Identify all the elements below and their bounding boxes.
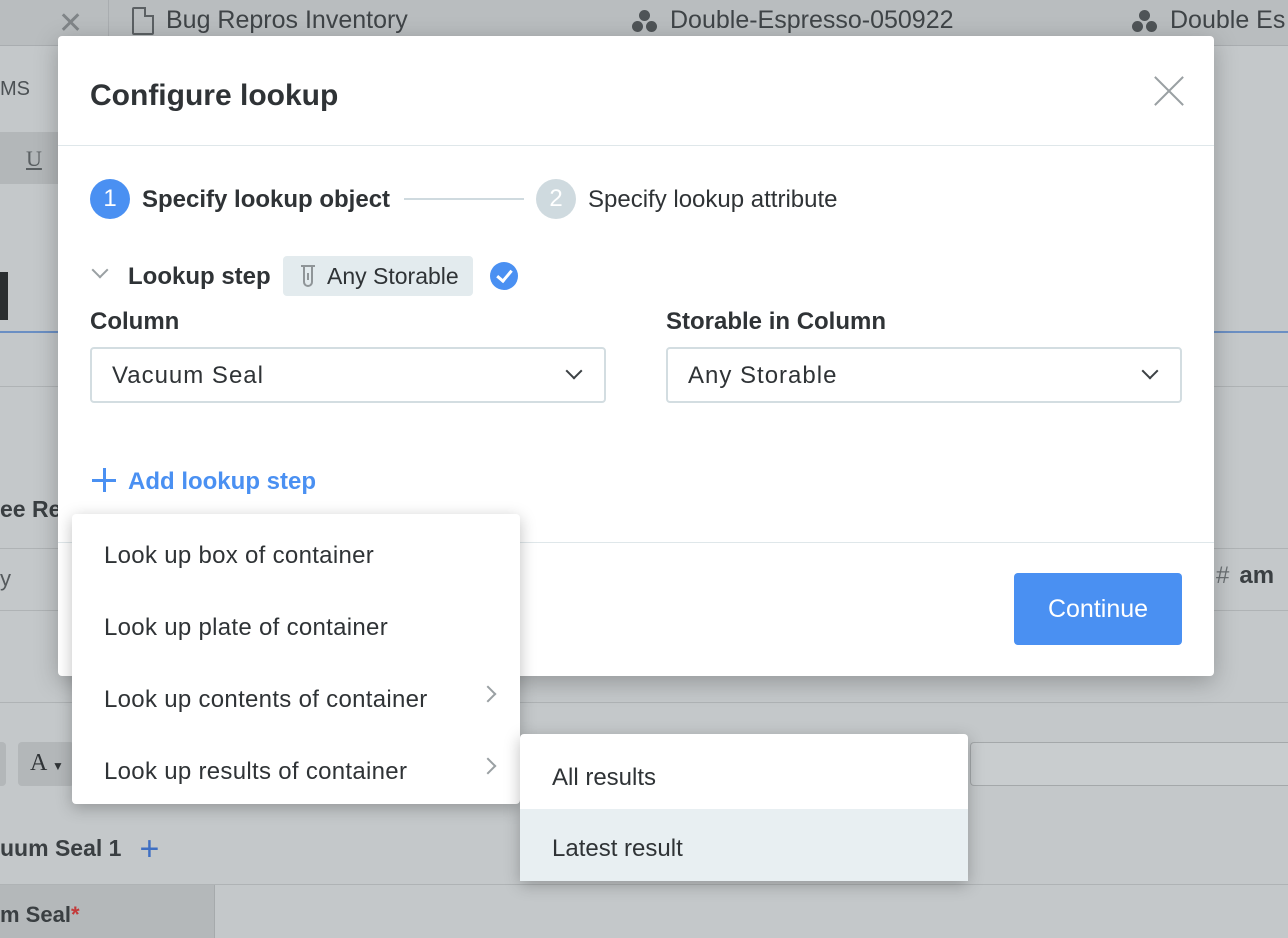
step-connector xyxy=(404,198,524,200)
row-fragment: y xyxy=(0,566,11,591)
chevron-right-icon xyxy=(479,685,497,703)
storable-select-value: Any Storable xyxy=(688,362,838,389)
text-field[interactable] xyxy=(970,742,1288,786)
column-label: Column xyxy=(90,308,180,335)
step-1-label: Specify lookup object xyxy=(142,186,391,213)
storable-label: Storable in Column xyxy=(666,308,887,335)
section-heading-fragment: ee Re xyxy=(0,496,62,522)
document-icon xyxy=(132,6,154,35)
text-format-button[interactable]: A ▼ xyxy=(18,742,74,786)
submenu-item-latest-result[interactable]: Latest result xyxy=(520,809,968,881)
tab-double-es[interactable]: Double Es xyxy=(1132,6,1285,35)
close-icon[interactable] xyxy=(1152,74,1186,108)
step-2-indicator: 2 xyxy=(536,179,576,219)
tab-bug-repros-inventory[interactable]: Bug Repros Inventory xyxy=(132,6,408,35)
chevron-down-icon[interactable] xyxy=(92,266,108,282)
submenu-item-label: Latest result xyxy=(552,835,683,862)
tab-label: Bug Repros Inventory xyxy=(166,6,408,34)
menu-item-results-of-container[interactable]: Look up results of container xyxy=(72,734,520,806)
chevron-down-icon xyxy=(1141,362,1159,380)
menu-item-label: Look up contents of container xyxy=(104,686,428,713)
storable-select[interactable]: Any Storable xyxy=(666,347,1182,403)
results-submenu: All results Latest result xyxy=(520,734,968,881)
tab-label: Double Es xyxy=(1170,6,1286,34)
molecule-icon xyxy=(632,9,658,32)
submenu-item-all-results[interactable]: All results xyxy=(520,738,968,810)
add-lookup-step-label: Add lookup step xyxy=(128,468,316,495)
continue-button[interactable]: Continue xyxy=(1014,573,1182,645)
title-bar-fragment xyxy=(0,272,8,320)
toolbar-button[interactable] xyxy=(0,742,6,786)
menu-item-label: Look up box of container xyxy=(104,542,375,569)
hash-icon: # xyxy=(1216,562,1230,589)
chevron-right-icon xyxy=(479,757,497,775)
menu-item-contents-of-container[interactable]: Look up contents of container xyxy=(72,662,520,734)
menu-item-plate-of-container[interactable]: Look up plate of container xyxy=(72,590,520,662)
step-1-indicator: 1 xyxy=(90,179,130,219)
add-tab-icon[interactable]: + xyxy=(139,830,159,868)
dialog-header: Configure lookup xyxy=(58,36,1214,146)
column-header-fragment: # am xyxy=(1216,562,1275,589)
tab-double-espresso[interactable]: Double-Espresso-050922 xyxy=(632,6,954,35)
tab-label: Double-Espresso-050922 xyxy=(670,6,954,34)
step-2-label: Specify lookup attribute xyxy=(588,186,838,213)
menu-item-box-of-container[interactable]: Look up box of container xyxy=(72,518,520,590)
menu-item-label: Look up plate of container xyxy=(104,614,388,641)
column-select-value: Vacuum Seal xyxy=(112,362,264,389)
lookup-step-menu: Look up box of container Look up plate o… xyxy=(72,514,520,804)
nav-fragment: MS xyxy=(0,78,30,100)
stepper: 1 Specify lookup object 2 Specify lookup… xyxy=(90,179,990,219)
add-lookup-step-button[interactable]: Add lookup step xyxy=(92,466,392,498)
underline-button[interactable]: U xyxy=(26,146,42,172)
column-select[interactable]: Vacuum Seal xyxy=(90,347,606,403)
chip-label: Any Storable xyxy=(327,263,459,289)
lookup-object-chip: Any Storable xyxy=(283,256,473,296)
lookup-step-label: Lookup step xyxy=(128,263,271,290)
menu-item-label: Look up results of container xyxy=(104,758,408,785)
sub-tab-vacuum-seal-1[interactable]: uum Seal 1 + xyxy=(0,830,159,869)
molecule-icon xyxy=(1132,9,1158,32)
tube-icon xyxy=(301,265,315,287)
field-label-fragment: m Seal* xyxy=(0,902,80,927)
chevron-down-icon xyxy=(565,362,583,380)
submenu-item-label: All results xyxy=(552,764,657,791)
dialog-title: Configure lookup xyxy=(90,79,339,112)
plus-icon xyxy=(92,468,116,492)
check-circle-icon xyxy=(490,262,518,290)
lookup-step-row: Lookup step Any Storable xyxy=(90,256,690,296)
